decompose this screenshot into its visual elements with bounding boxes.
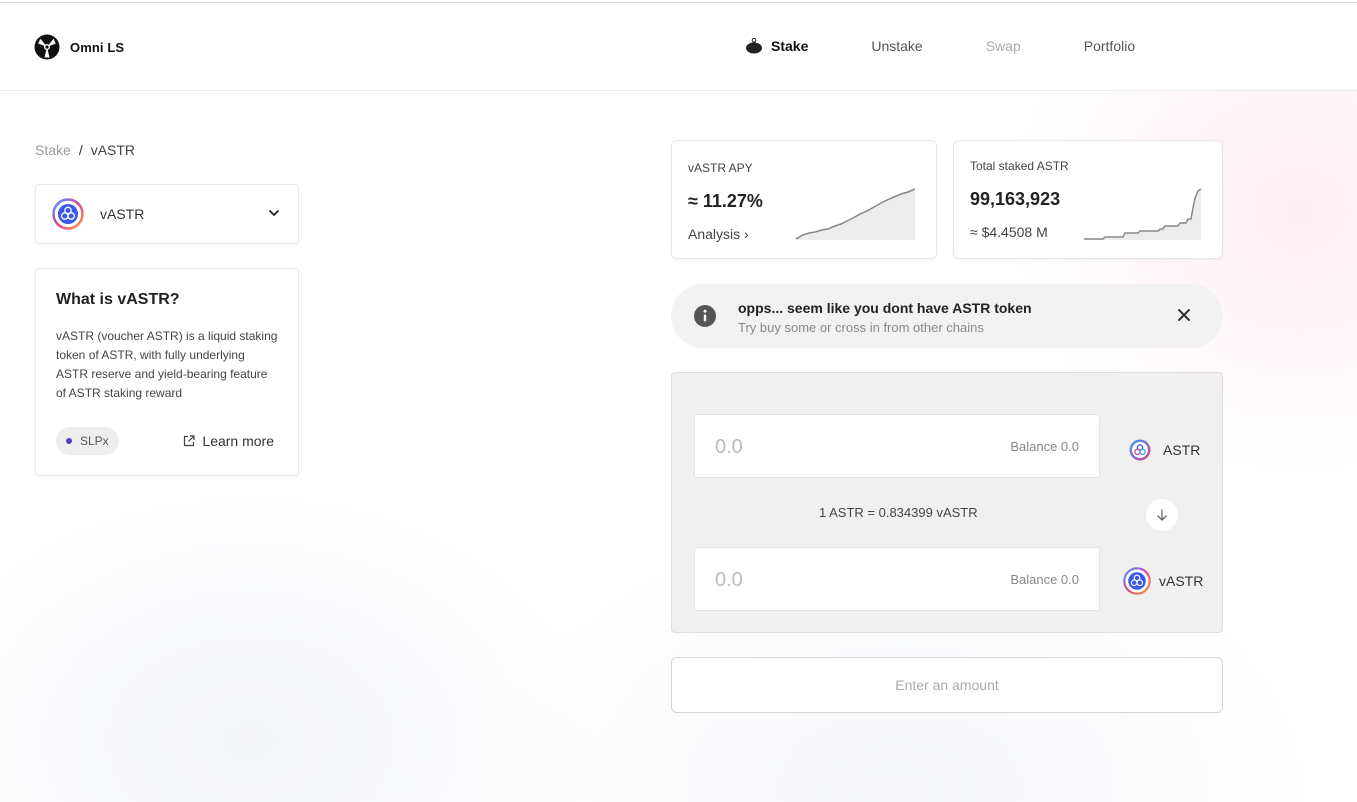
exchange-rate: 1 ASTR = 0.834399 vASTR <box>819 505 978 520</box>
nav-swap-label: Swap <box>985 38 1021 54</box>
breadcrumb-stake[interactable]: Stake <box>35 142 71 158</box>
chip-dot <box>66 438 72 444</box>
top-header: Omni LS Stake Unstake Swap Portfolio <box>0 3 1357 91</box>
breadcrumb: Stake / vASTR <box>35 142 135 158</box>
total-staked-sparkline <box>1084 188 1202 240</box>
nav-stake[interactable]: Stake <box>745 38 808 54</box>
total-staked-value: 99,163,923 <box>970 189 1061 209</box>
alert-subtitle: Try buy some or cross in from other chai… <box>738 320 984 335</box>
astr-token-icon <box>1129 439 1151 461</box>
total-staked-card: Total staked ASTR 99,163,923 ≈ $4.4508 M <box>953 140 1223 259</box>
breadcrumb-current: vASTR <box>90 142 136 158</box>
to-balance: Balance 0.0 <box>1010 572 1079 587</box>
to-amount-box: Balance 0.0 <box>694 547 1100 611</box>
from-token: ASTR <box>1129 439 1200 461</box>
chip-label: SLPx <box>80 434 109 448</box>
breadcrumb-separator: / <box>78 142 83 158</box>
from-amount-input[interactable] <box>715 433 915 461</box>
enter-amount-button[interactable]: Enter an amount <box>671 657 1223 713</box>
chevron-down-icon <box>269 210 279 216</box>
main-nav: Stake Unstake Swap Portfolio <box>745 38 1135 54</box>
slpx-chip: SLPx <box>56 427 119 455</box>
to-token-name: vASTR <box>1159 573 1204 589</box>
apy-card: vASTR APY ≈ 11.27% Analysis › <box>671 140 937 259</box>
alert-title: opps... seem like you dont have ASTR tok… <box>738 300 1032 316</box>
omni-logo-icon <box>34 34 60 60</box>
info-title: What is vASTR? <box>56 291 180 308</box>
external-link-icon <box>184 435 196 447</box>
close-icon[interactable] <box>1177 308 1191 322</box>
total-staked-usd: ≈ $4.4508 M <box>970 224 1048 240</box>
selected-token-name: vASTR <box>100 206 145 222</box>
token-selector[interactable]: vASTR <box>35 184 299 244</box>
to-amount-input[interactable] <box>715 566 915 594</box>
learn-more-label: Learn more <box>202 433 274 449</box>
app-name: Omni LS <box>70 39 125 55</box>
vastr-token-icon <box>52 198 84 230</box>
nav-unstake[interactable]: Unstake <box>871 38 922 54</box>
from-token-name: ASTR <box>1163 442 1201 458</box>
from-balance: Balance 0.0 <box>1010 439 1079 454</box>
arrow-down-icon <box>1157 509 1167 521</box>
learn-more-link[interactable]: Learn more <box>182 433 274 449</box>
nav-stake-label: Stake <box>771 38 809 54</box>
stake-icon <box>746 38 762 54</box>
vastr-token-icon <box>1123 567 1151 595</box>
apy-label: vASTR APY <box>688 161 753 175</box>
from-amount-box: Balance 0.0 <box>694 414 1100 478</box>
swap-panel: Balance 0.0 ASTR 1 ASTR = 0.834399 vASTR <box>671 372 1223 633</box>
info-card: What is vASTR? vASTR (voucher ASTR) is a… <box>35 268 299 476</box>
to-token: vASTR <box>1123 567 1203 595</box>
apy-sparkline <box>795 188 916 240</box>
info-icon <box>694 305 716 327</box>
swap-direction-button[interactable] <box>1146 499 1178 531</box>
nav-unstake-label: Unstake <box>871 38 923 54</box>
total-staked-label: Total staked ASTR <box>970 159 1069 173</box>
info-description: vASTR (voucher ASTR) is a liquid staking… <box>56 329 278 400</box>
no-token-alert: opps... seem like you dont have ASTR tok… <box>671 284 1223 348</box>
app-logo[interactable]: Omni LS <box>34 34 124 60</box>
analysis-link[interactable]: Analysis › <box>688 226 749 242</box>
apy-value: ≈ 11.27% <box>688 191 763 211</box>
main-content: Stake / vASTR vASTR What is vASTR? vASTR… <box>0 91 1357 802</box>
nav-portfolio[interactable]: Portfolio <box>1084 38 1135 54</box>
nav-swap[interactable]: Swap <box>986 38 1021 54</box>
nav-portfolio-label: Portfolio <box>1083 38 1136 54</box>
